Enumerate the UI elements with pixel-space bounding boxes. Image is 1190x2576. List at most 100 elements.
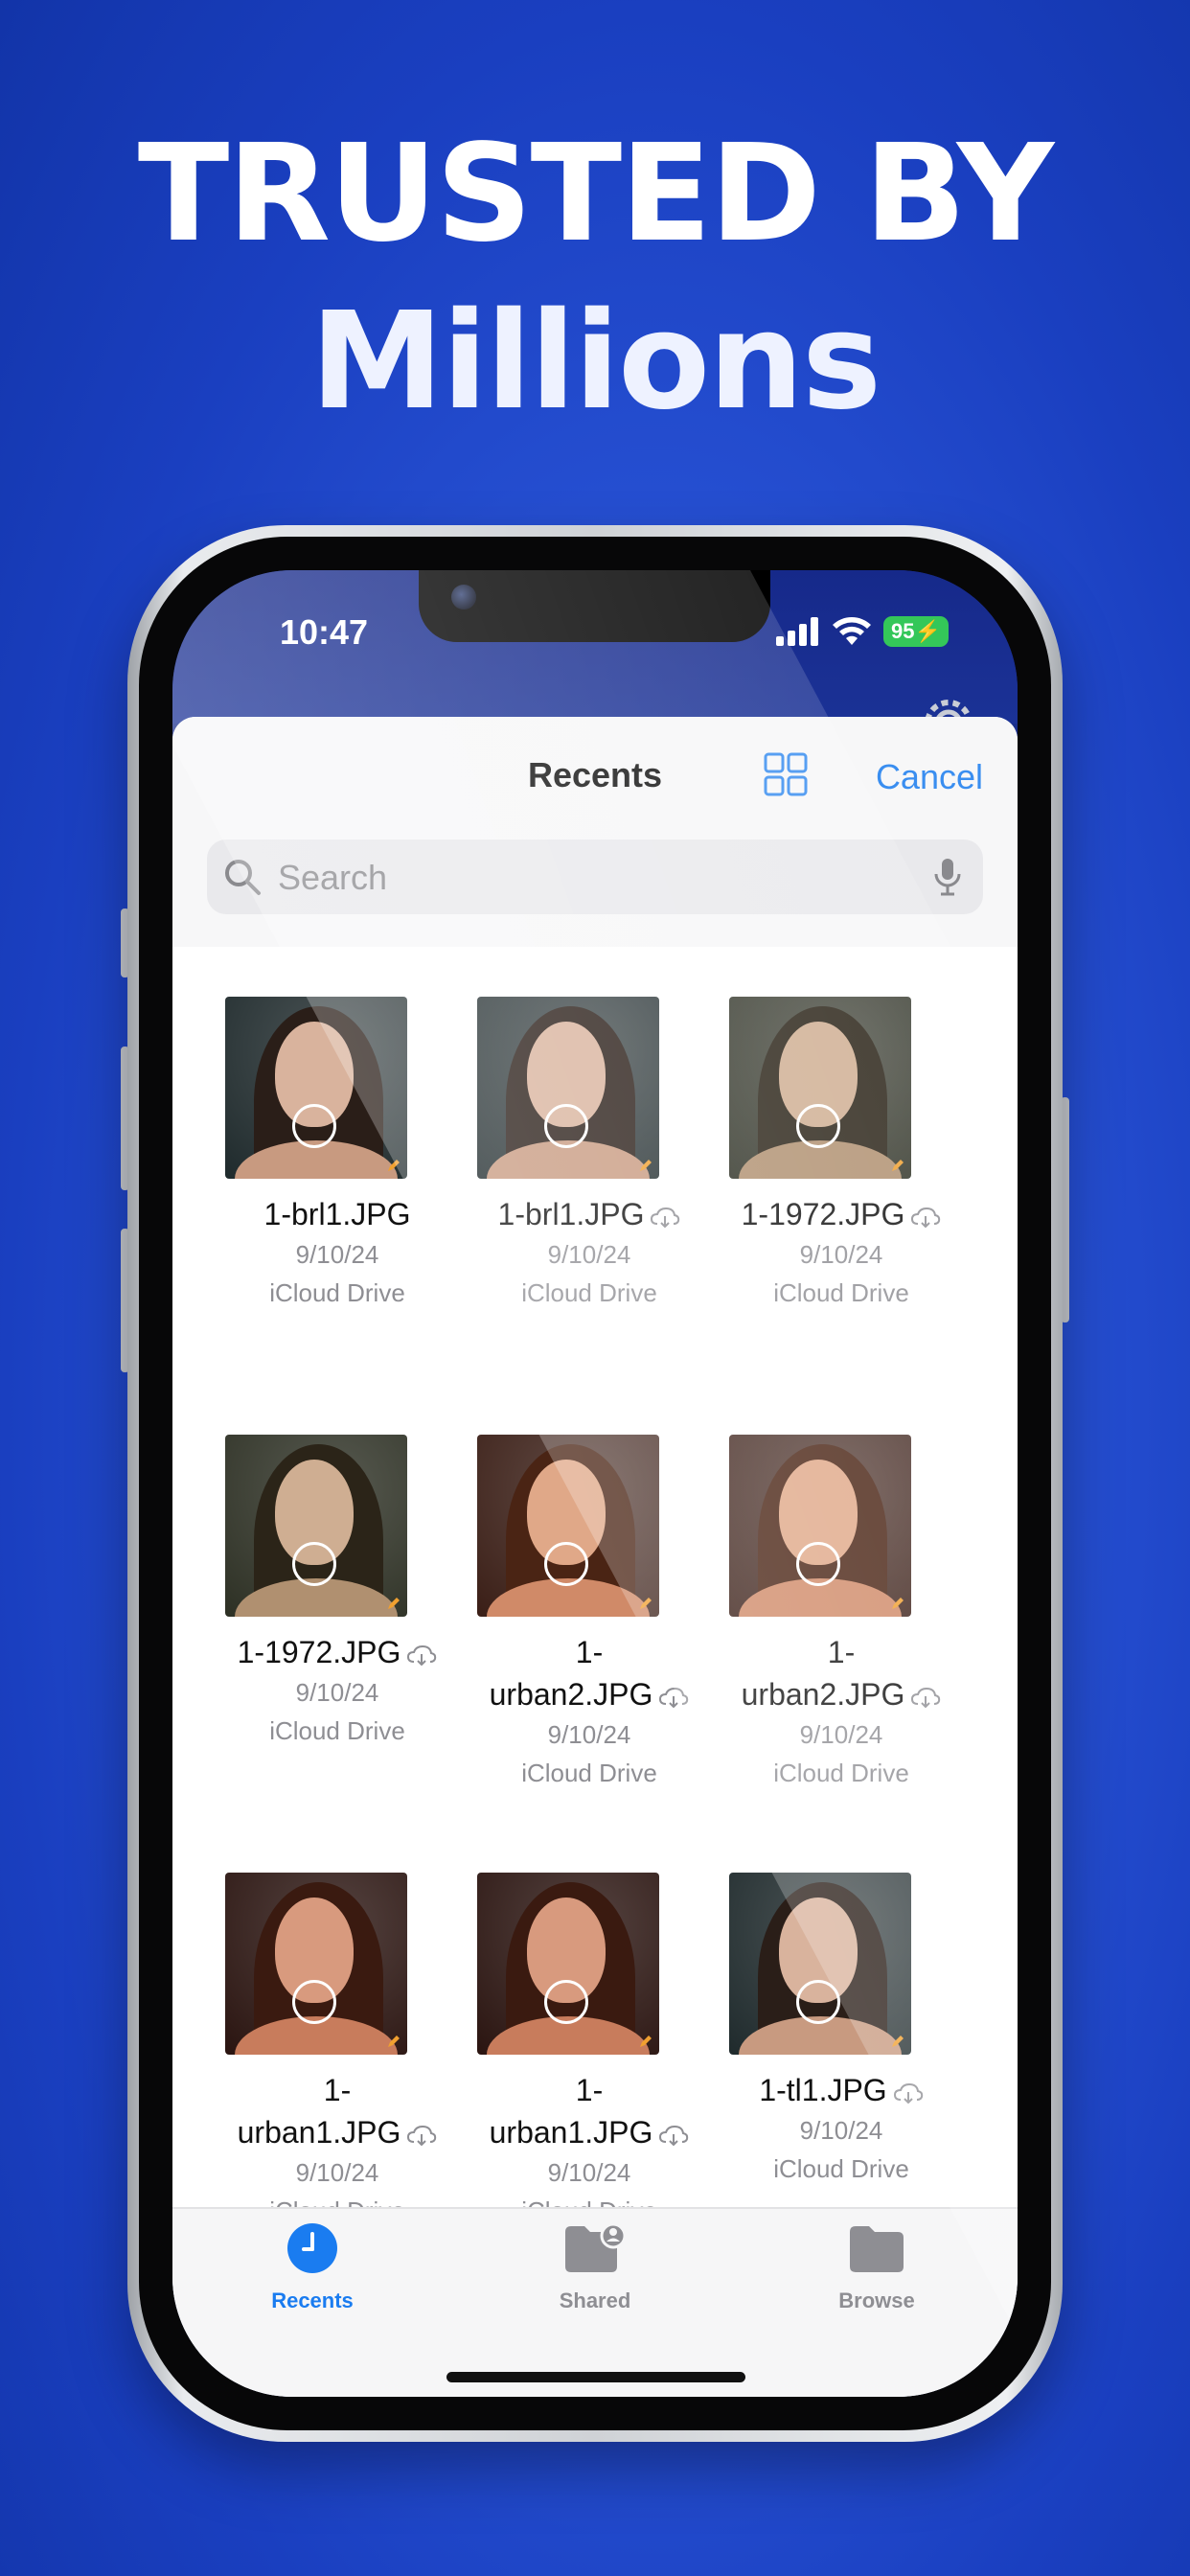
- cloud-download-icon[interactable]: [658, 1687, 689, 1708]
- file-thumbnail[interactable]: [729, 997, 911, 1179]
- battery-indicator: 95⚡: [883, 616, 949, 647]
- headline-line-1: TRUSTED BY: [137, 116, 1054, 272]
- edit-pencil-icon: [640, 1160, 652, 1171]
- file-name-text: urban1.JPG: [237, 2115, 401, 2150]
- edit-pencil-icon: [892, 1160, 904, 1171]
- clock-icon: [287, 2223, 337, 2273]
- file-name: urban1.JPG: [469, 2111, 709, 2153]
- dynamic-island: [419, 570, 770, 642]
- file-date: 9/10/24: [799, 1720, 883, 1749]
- file-thumbnail[interactable]: [729, 1435, 911, 1617]
- file-name: urban1.JPG: [217, 2111, 457, 2153]
- file-name-line1: 1-: [575, 2073, 604, 2107]
- file-location: iCloud Drive: [773, 1278, 909, 1307]
- front-camera-icon: [451, 585, 476, 610]
- file-location: iCloud Drive: [521, 1759, 657, 1787]
- tab-recents[interactable]: Recents: [217, 2222, 408, 2313]
- edit-pencil-icon: [640, 1598, 652, 1609]
- selection-circle-icon[interactable]: [292, 1542, 336, 1586]
- file-name-text: 1-1972.JPG: [237, 1635, 401, 1669]
- selection-circle-icon[interactable]: [796, 1542, 840, 1586]
- file-date: 9/10/24: [799, 1240, 883, 1269]
- file-thumbnail[interactable]: [477, 997, 659, 1179]
- cloud-download-icon[interactable]: [910, 1687, 941, 1708]
- file-name: 1-brl1.JPG: [217, 1193, 457, 1235]
- file-name: urban2.JPG: [721, 1673, 961, 1715]
- file-date: 9/10/24: [799, 2116, 883, 2145]
- file-date: 9/10/24: [547, 1720, 631, 1749]
- file-thumbnail[interactable]: [729, 1873, 911, 2055]
- file-thumbnail[interactable]: [477, 1873, 659, 2055]
- file-date: 9/10/24: [295, 1678, 379, 1707]
- cloud-download-icon[interactable]: [893, 2082, 924, 2104]
- file-location: iCloud Drive: [521, 1278, 657, 1307]
- file-name-text: urban2.JPG: [741, 1677, 905, 1712]
- selection-circle-icon[interactable]: [292, 1980, 336, 2024]
- search-icon: [225, 860, 261, 895]
- edit-pencil-icon: [388, 1598, 400, 1609]
- file-name-text: 1-brl1.JPG: [263, 1197, 411, 1231]
- file-name: 1-1972.JPG: [721, 1193, 961, 1235]
- edit-pencil-icon: [388, 1160, 400, 1171]
- tab-recents-label: Recents: [271, 2288, 354, 2312]
- grid-view-icon[interactable]: [762, 750, 810, 798]
- file-picker-sheet: Recents Cancel Search 1-brl1.JPG 9/10/24…: [172, 717, 1018, 2397]
- edit-pencil-icon: [388, 2036, 400, 2047]
- file-grid: 1-brl1.JPG 9/10/24 iCloud Drive 1-brl1.JPG 9…: [172, 947, 1018, 2207]
- file-name: 1-brl1.JPG: [469, 1193, 709, 1235]
- file-name-line1: 1-: [575, 1635, 604, 1669]
- file-name-text: urban1.JPG: [489, 2115, 653, 2150]
- cloud-download-icon[interactable]: [910, 1207, 941, 1228]
- file-location: iCloud Drive: [269, 1278, 405, 1307]
- shared-folder-icon: [565, 2222, 627, 2272]
- headline-line-2: Millions: [309, 284, 881, 440]
- file-date: 9/10/24: [547, 2158, 631, 2187]
- cloud-download-icon[interactable]: [406, 2125, 437, 2146]
- file-name: 1-1972.JPG: [217, 1631, 457, 1673]
- home-indicator[interactable]: [446, 2372, 745, 2382]
- file-location: iCloud Drive: [469, 2192, 709, 2207]
- cloud-download-icon[interactable]: [406, 1644, 437, 1666]
- file-location: iCloud Drive: [773, 1759, 909, 1787]
- edit-pencil-icon: [892, 1598, 904, 1609]
- selection-circle-icon[interactable]: [544, 1542, 588, 1586]
- file-date: 9/10/24: [295, 1240, 379, 1269]
- tab-shared[interactable]: Shared: [499, 2222, 691, 2313]
- phone-screen: 10:47 95⚡ Recents Cancel Search 1-brl1.J…: [172, 570, 1018, 2397]
- file-date: 9/10/24: [547, 1240, 631, 1269]
- file-name-text: urban2.JPG: [489, 1677, 653, 1712]
- file-location: iCloud Drive: [269, 1716, 405, 1745]
- tab-bar: Recents Shared Browse: [172, 2207, 1018, 2397]
- tab-browse[interactable]: Browse: [781, 2222, 973, 2313]
- cloud-download-icon[interactable]: [658, 2125, 689, 2146]
- file-location: iCloud Drive: [773, 2154, 909, 2183]
- file-name-text: 1-brl1.JPG: [497, 1197, 645, 1231]
- sheet-header: Recents Cancel: [172, 717, 1018, 949]
- file-thumbnail[interactable]: [477, 1435, 659, 1617]
- file-name-text: 1-1972.JPG: [741, 1197, 905, 1231]
- cloud-download-icon[interactable]: [650, 1207, 680, 1228]
- edit-pencil-icon: [640, 2036, 652, 2047]
- status-icons: 95⚡: [776, 612, 949, 651]
- selection-circle-icon[interactable]: [796, 1104, 840, 1148]
- microphone-icon[interactable]: [931, 857, 964, 897]
- folder-icon: [850, 2226, 904, 2272]
- cellular-signal-icon: [776, 617, 818, 646]
- file-thumbnail[interactable]: [225, 1873, 407, 2055]
- search-bar[interactable]: [207, 840, 983, 914]
- tab-browse-label: Browse: [838, 2288, 915, 2312]
- edit-pencil-icon: [892, 2036, 904, 2047]
- selection-circle-icon[interactable]: [796, 1980, 840, 2024]
- file-name: 1-tl1.JPG: [721, 2069, 961, 2111]
- search-input[interactable]: [276, 851, 903, 905]
- file-thumbnail[interactable]: [225, 997, 407, 1179]
- file-name: urban2.JPG: [469, 1673, 709, 1715]
- file-thumbnail[interactable]: [225, 1435, 407, 1617]
- selection-circle-icon[interactable]: [292, 1104, 336, 1148]
- file-date: 9/10/24: [295, 2158, 379, 2187]
- status-time: 10:47: [280, 612, 369, 652]
- selection-circle-icon[interactable]: [544, 1104, 588, 1148]
- selection-circle-icon[interactable]: [544, 1980, 588, 2024]
- file-name-line1: 1-: [323, 2073, 352, 2107]
- cancel-button[interactable]: Cancel: [876, 757, 983, 797]
